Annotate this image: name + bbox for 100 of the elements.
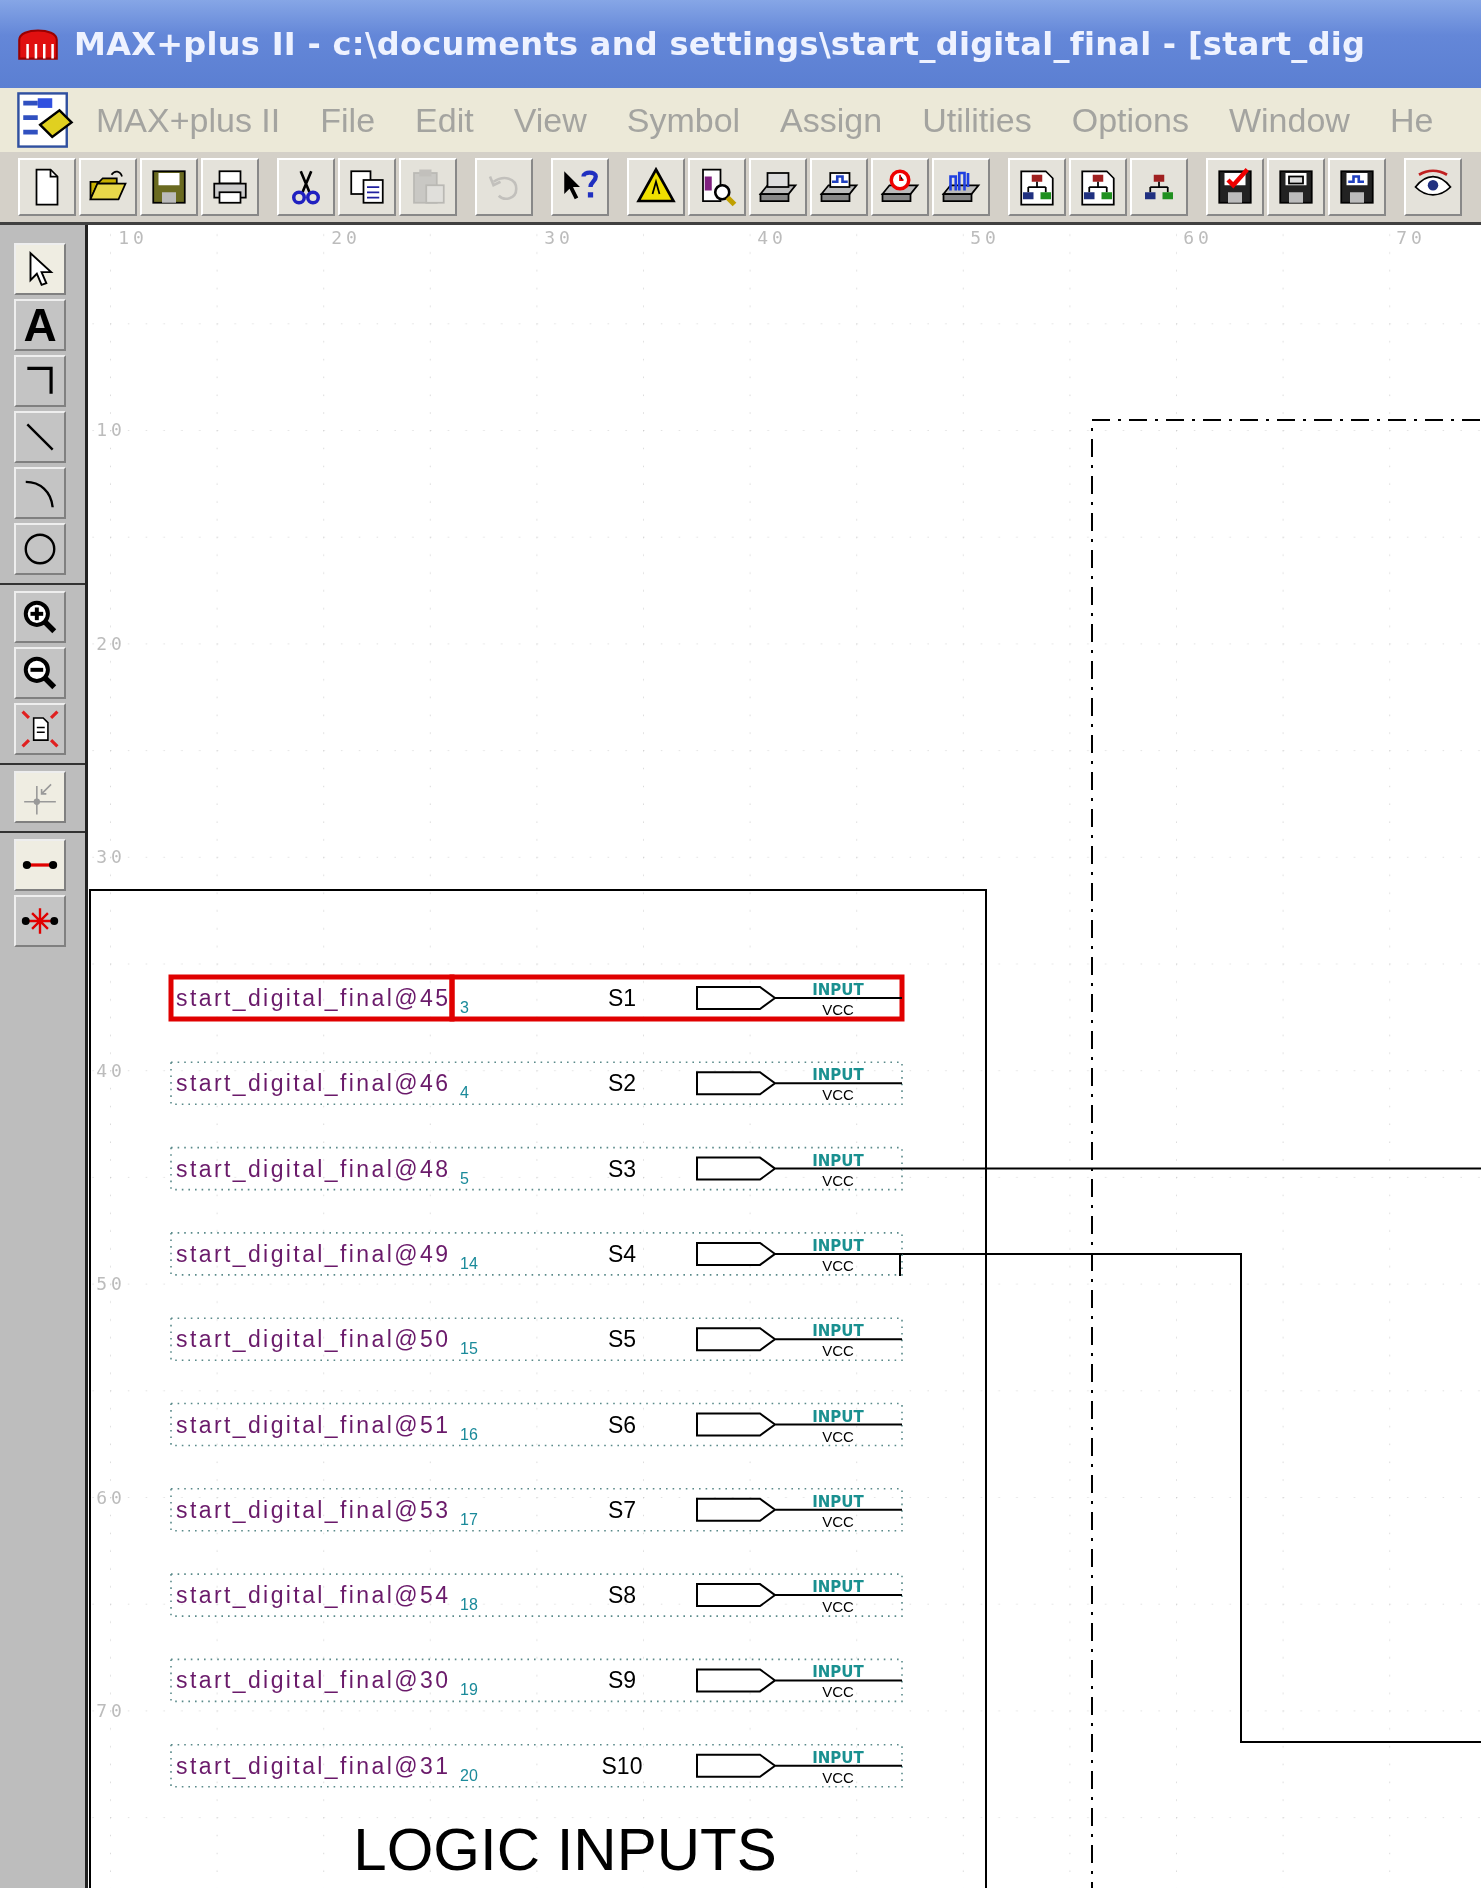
pin-number-label: 3 xyxy=(460,999,469,1016)
ruler-label: 10 xyxy=(118,227,148,248)
save-check-button[interactable] xyxy=(1206,158,1264,216)
default-value-label: VCC xyxy=(822,1086,854,1104)
cut-button[interactable] xyxy=(277,158,335,216)
default-value-label: VCC xyxy=(822,1001,854,1018)
hierarchy-tree-button[interactable] xyxy=(1130,158,1188,216)
primitive-type-label: INPUT xyxy=(812,1492,864,1511)
window-title: MAX+plus II - c:\documents and settings\start_digital_final - [start_dig xyxy=(74,25,1366,63)
primitive-type-label: INPUT xyxy=(812,1236,864,1255)
zoom-out-icon xyxy=(21,654,59,692)
line-tool[interactable] xyxy=(14,411,66,463)
new-file-button[interactable] xyxy=(18,158,76,216)
primitive-type-label: INPUT xyxy=(812,1066,864,1085)
ruler-label: 10 xyxy=(96,419,126,440)
pin-number-label: 20 xyxy=(460,1766,478,1784)
ruler-label: 30 xyxy=(96,846,126,867)
pointer-tool[interactable] xyxy=(14,243,66,295)
wave-disk-button[interactable] xyxy=(1328,158,1386,216)
default-value-label: VCC xyxy=(822,1171,854,1189)
signal-name-label: S2 xyxy=(607,1070,637,1097)
pin-name-label: start_digital_final@31 xyxy=(176,1752,448,1779)
menu-item[interactable]: Options xyxy=(1071,100,1189,140)
menu-item[interactable]: Window xyxy=(1228,100,1350,140)
hierarchy-folder-button[interactable] xyxy=(1008,158,1066,216)
triangle-tool-button[interactable] xyxy=(627,158,685,216)
signal-name-label: S1 xyxy=(607,985,637,1011)
fit-page-icon xyxy=(21,710,59,748)
pin-name-label: start_digital_final@30 xyxy=(176,1667,448,1694)
device-disk-button[interactable] xyxy=(1267,158,1325,216)
signal-name-label: S7 xyxy=(607,1496,637,1523)
schematic-document-icon[interactable] xyxy=(16,91,74,149)
snap-grid-tool[interactable] xyxy=(14,771,66,823)
pin-name-label: start_digital_final@48 xyxy=(176,1155,448,1182)
waveform-button[interactable] xyxy=(810,158,868,216)
primitive-type-label: INPUT xyxy=(812,1578,864,1597)
primitive-type-label: INPUT xyxy=(812,1322,864,1341)
menu-item[interactable]: View xyxy=(513,100,587,140)
ruler-label: 50 xyxy=(96,1273,126,1294)
default-value-label: VCC xyxy=(822,1256,854,1274)
signal-name-label: S6 xyxy=(607,1411,637,1438)
pin-name-label: start_digital_final@54 xyxy=(176,1582,448,1609)
default-value-label: VCC xyxy=(822,1683,854,1701)
hierarchy-document-button[interactable] xyxy=(1069,158,1127,216)
arc-tool[interactable] xyxy=(14,467,66,519)
zoom-out-tool[interactable] xyxy=(14,647,66,699)
pin-number-label: 15 xyxy=(460,1340,478,1358)
signal-name-label: S3 xyxy=(607,1155,637,1182)
pin-name-label: start_digital_final@49 xyxy=(176,1240,448,1267)
circle-tool[interactable] xyxy=(14,523,66,575)
rubberbanding-tool[interactable] xyxy=(14,839,66,891)
copy-button[interactable] xyxy=(338,158,396,216)
primitive-type-label: INPUT xyxy=(812,1748,864,1767)
menu-item[interactable]: Symbol xyxy=(626,100,741,140)
orthogonal-line-tool[interactable] xyxy=(14,355,66,407)
ruler-label: 30 xyxy=(544,227,574,248)
ruler-label: 60 xyxy=(1183,227,1213,248)
menu-item[interactable]: MAX+plus II xyxy=(96,100,281,140)
save-button[interactable] xyxy=(140,158,198,216)
connector-line-icon xyxy=(22,860,58,870)
ruler-label: 60 xyxy=(96,1486,126,1508)
pin-name-label: start_digital_final@53 xyxy=(176,1496,448,1523)
ruler-label: 40 xyxy=(96,1059,126,1081)
fit-page-tool[interactable] xyxy=(14,703,66,755)
pin-name-label: start_digital_final@45 xyxy=(176,985,448,1011)
pin-name-label: start_digital_final@46 xyxy=(176,1070,448,1097)
default-value-label: VCC xyxy=(822,1512,854,1530)
menu-item[interactable]: Edit xyxy=(415,100,474,140)
signal-name-label: S4 xyxy=(607,1240,637,1267)
menu-item[interactable]: He xyxy=(1389,100,1434,140)
pin-name-label: start_digital_final@51 xyxy=(176,1411,448,1438)
menu-item[interactable]: Utilities xyxy=(922,100,1032,140)
text-tool[interactable]: A xyxy=(14,299,66,351)
ruler-label: 70 xyxy=(1396,227,1426,248)
help-button[interactable] xyxy=(551,158,609,216)
open-button[interactable] xyxy=(79,158,137,216)
pin-number-label: 14 xyxy=(460,1254,478,1272)
default-value-label: VCC xyxy=(822,1768,854,1786)
ruler-label: 40 xyxy=(757,227,787,248)
print-button[interactable] xyxy=(201,158,259,216)
menu-item[interactable]: Assign xyxy=(780,100,883,140)
signal-name-label: S8 xyxy=(607,1582,637,1609)
signal-name-label: S10 xyxy=(601,1752,643,1779)
pin-name-label: start_digital_final@50 xyxy=(176,1326,448,1353)
primitive-type-label: INPUT xyxy=(812,1151,864,1170)
zoom-in-icon xyxy=(21,598,59,636)
zoom-in-tool[interactable] xyxy=(14,591,66,643)
view-button[interactable] xyxy=(1404,158,1462,216)
default-value-label: VCC xyxy=(822,1427,854,1445)
pin-number-label: 19 xyxy=(460,1681,478,1699)
menu-item[interactable]: File xyxy=(320,100,376,140)
default-value-label: VCC xyxy=(822,1342,854,1360)
timing-button[interactable] xyxy=(871,158,929,216)
primitive-type-label: INPUT xyxy=(812,981,864,999)
pin-number-label: 4 xyxy=(460,1084,469,1102)
signal-button[interactable] xyxy=(932,158,990,216)
junction-tool[interactable] xyxy=(14,895,66,947)
signal-name-label: S9 xyxy=(607,1667,637,1694)
document-search-button[interactable] xyxy=(688,158,746,216)
device-button[interactable] xyxy=(749,158,807,216)
